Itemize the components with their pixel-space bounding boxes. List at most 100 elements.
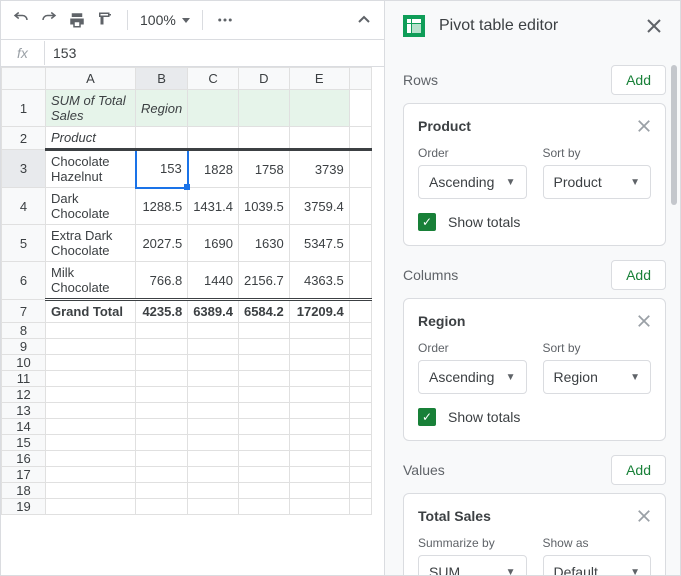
- cell[interactable]: Product: [46, 127, 136, 150]
- cell[interactable]: [238, 90, 289, 127]
- cell[interactable]: 4235.8: [136, 300, 188, 323]
- collapse-toolbar-icon[interactable]: [354, 10, 374, 30]
- add-rows-button[interactable]: Add: [611, 65, 666, 95]
- order-select[interactable]: Ascending ▼: [418, 360, 527, 394]
- row-header[interactable]: 18: [2, 483, 46, 499]
- chevron-down-icon: ▼: [630, 567, 640, 576]
- col-header[interactable]: B: [136, 68, 188, 90]
- cell[interactable]: Extra Dark Chocolate: [46, 225, 136, 262]
- cell[interactable]: Chocolate Hazelnut: [46, 150, 136, 188]
- col-header[interactable]: D: [238, 68, 289, 90]
- cell[interactable]: 1690: [188, 225, 239, 262]
- cell[interactable]: 4363.5: [289, 262, 349, 300]
- cell[interactable]: 17209.4: [289, 300, 349, 323]
- row-header[interactable]: 7: [2, 300, 46, 323]
- cell[interactable]: 5347.5: [289, 225, 349, 262]
- chevron-down-icon: ▼: [506, 567, 516, 576]
- print-icon[interactable]: [67, 10, 87, 30]
- cell[interactable]: [289, 90, 349, 127]
- field-label: Show as: [543, 536, 652, 550]
- cell[interactable]: Grand Total: [46, 300, 136, 323]
- row-header[interactable]: 13: [2, 403, 46, 419]
- more-icon[interactable]: [215, 10, 235, 30]
- cell[interactable]: [349, 127, 371, 150]
- close-icon[interactable]: [637, 119, 651, 133]
- cell[interactable]: 3759.4: [289, 188, 349, 225]
- order-select[interactable]: Ascending ▼: [418, 165, 527, 199]
- close-icon[interactable]: [637, 509, 651, 523]
- cell[interactable]: [238, 127, 289, 150]
- cell[interactable]: [136, 127, 188, 150]
- row-header[interactable]: 9: [2, 339, 46, 355]
- col-header[interactable]: C: [188, 68, 239, 90]
- formula-input[interactable]: 153: [45, 45, 84, 61]
- cell[interactable]: 6584.2: [238, 300, 289, 323]
- row-header[interactable]: 16: [2, 451, 46, 467]
- show-totals-checkbox[interactable]: ✓: [418, 213, 436, 231]
- sortby-select[interactable]: Product ▼: [543, 165, 652, 199]
- grid-area[interactable]: A B C D E 1 SUM of Total Sales Region: [1, 67, 384, 575]
- cell-selected[interactable]: 153: [136, 150, 188, 188]
- cell[interactable]: 1630: [238, 225, 289, 262]
- row-header[interactable]: 10: [2, 355, 46, 371]
- cell[interactable]: 2156.7: [238, 262, 289, 300]
- cell[interactable]: 6389.4: [188, 300, 239, 323]
- row-header[interactable]: 11: [2, 371, 46, 387]
- cell[interactable]: 3739: [289, 150, 349, 188]
- row-header[interactable]: 4: [2, 188, 46, 225]
- row-header[interactable]: 2: [2, 127, 46, 150]
- cell[interactable]: 766.8: [136, 262, 188, 300]
- row-header[interactable]: 15: [2, 435, 46, 451]
- undo-icon[interactable]: [11, 10, 31, 30]
- scrollbar-thumb[interactable]: [671, 65, 677, 205]
- sortby-select[interactable]: Region ▼: [543, 360, 652, 394]
- row-header[interactable]: 1: [2, 90, 46, 127]
- cell[interactable]: [289, 127, 349, 150]
- cell[interactable]: [349, 225, 371, 262]
- cell[interactable]: [349, 262, 371, 300]
- cell[interactable]: Milk Chocolate: [46, 262, 136, 300]
- zoom-dropdown[interactable]: 100%: [140, 12, 190, 28]
- cell[interactable]: SUM of Total Sales: [46, 90, 136, 127]
- add-columns-button[interactable]: Add: [611, 260, 666, 290]
- cell[interactable]: Region: [136, 90, 188, 127]
- row-header[interactable]: 8: [2, 323, 46, 339]
- add-values-button[interactable]: Add: [611, 455, 666, 485]
- col-header[interactable]: E: [289, 68, 349, 90]
- row-header[interactable]: 6: [2, 262, 46, 300]
- row-header[interactable]: 14: [2, 419, 46, 435]
- cell[interactable]: [188, 90, 239, 127]
- cell[interactable]: 1758: [238, 150, 289, 188]
- cell[interactable]: [349, 150, 371, 188]
- col-header[interactable]: [349, 68, 371, 90]
- cell[interactable]: [349, 188, 371, 225]
- cell[interactable]: 1288.5: [136, 188, 188, 225]
- close-icon[interactable]: [637, 314, 651, 328]
- row-header[interactable]: 12: [2, 387, 46, 403]
- cell[interactable]: 1440: [188, 262, 239, 300]
- row-header[interactable]: 5: [2, 225, 46, 262]
- cell[interactable]: Dark Chocolate: [46, 188, 136, 225]
- cell[interactable]: 2027.5: [136, 225, 188, 262]
- cell[interactable]: 1039.5: [238, 188, 289, 225]
- row-header[interactable]: 19: [2, 499, 46, 515]
- cell[interactable]: [349, 90, 371, 127]
- showas-select[interactable]: Default ▼: [543, 555, 652, 575]
- redo-icon[interactable]: [39, 10, 59, 30]
- close-icon[interactable]: [646, 18, 662, 34]
- toolbar-separator: [127, 10, 128, 30]
- col-header[interactable]: A: [46, 68, 136, 90]
- row-header[interactable]: 3: [2, 150, 46, 188]
- spreadsheet-grid: A B C D E 1 SUM of Total Sales Region: [1, 67, 372, 515]
- summarize-select[interactable]: SUM ▼: [418, 555, 527, 575]
- cell[interactable]: 1828: [188, 150, 239, 188]
- chevron-down-icon: ▼: [506, 372, 516, 383]
- pivot-table-icon: [403, 15, 425, 37]
- paint-format-icon[interactable]: [95, 10, 115, 30]
- cell[interactable]: 1431.4: [188, 188, 239, 225]
- cell[interactable]: [349, 300, 371, 323]
- show-totals-checkbox[interactable]: ✓: [418, 408, 436, 426]
- cell[interactable]: [188, 127, 239, 150]
- row-header[interactable]: 17: [2, 467, 46, 483]
- card-title: Total Sales: [418, 508, 491, 524]
